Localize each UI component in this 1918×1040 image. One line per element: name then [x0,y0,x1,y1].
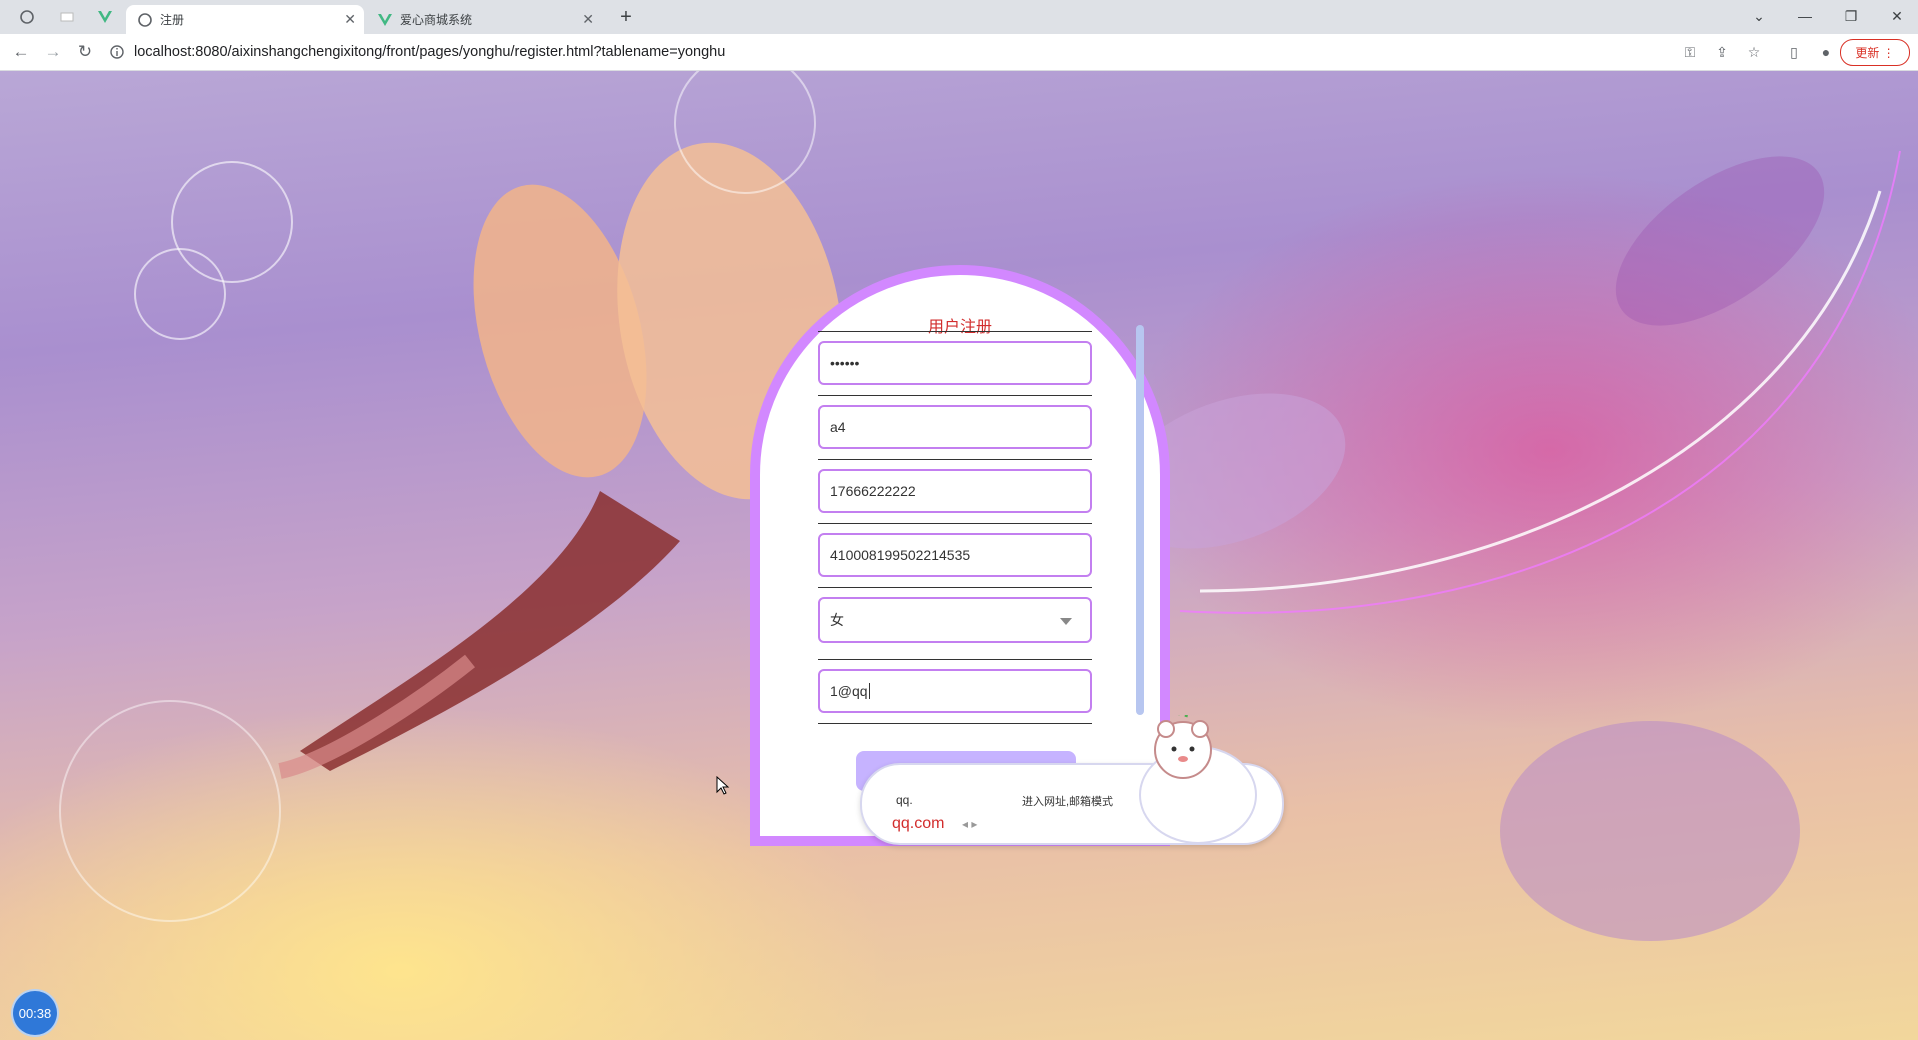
sidebar-icon[interactable]: ▯ [1785,43,1803,61]
back-button[interactable]: ← [10,41,32,63]
page-background: 用户注册 •••••• a4 17666222222 4100081995022… [0,71,1918,1040]
new-tab-button[interactable]: + [617,6,635,28]
info-icon[interactable] [110,45,124,59]
divider [818,523,1092,524]
close-tab-icon[interactable]: ✕ [344,11,356,28]
divider [818,459,1092,460]
update-button[interactable]: 更新 ⋮ [1840,39,1910,66]
divider [818,395,1092,396]
chevron-down-icon [1060,618,1072,625]
forward-button[interactable]: → [42,41,64,63]
restore-button[interactable]: ❐ [1841,6,1861,26]
mouse-cursor-icon [716,776,730,795]
password-field[interactable]: •••••• [818,341,1092,385]
email-value: 1@qq [830,683,868,699]
star-icon[interactable]: ☆ [1745,43,1763,61]
share-icon[interactable]: ⇪ [1713,43,1731,61]
tab-title: 注册 [160,13,185,27]
gender-select[interactable]: 女 [818,597,1092,643]
recording-timer[interactable]: 00:38 [11,989,59,1037]
divider [818,723,1092,724]
address-bar[interactable]: localhost:8080/aixinshangchengixitong/fr… [110,38,1690,66]
tab-title: 爱心商城系统 [400,13,473,27]
scrollbar[interactable] [1136,325,1144,715]
globe-icon [138,12,152,27]
tab-bar: 注册 ✕ 爱心商城系统 ✕ + ⌄ — ❐ ✕ [0,0,1918,34]
ime-page-arrows-icon[interactable]: ◂ ▸ [962,817,977,831]
divider [818,331,1092,332]
phone-field[interactable]: 17666222222 [818,469,1092,513]
update-label: 更新 [1855,46,1880,60]
reload-button[interactable]: ↻ [74,41,96,63]
divider [818,587,1092,588]
minimize-button[interactable]: — [1795,6,1815,26]
mascot-bear-icon [1139,715,1257,844]
vue-icon [378,13,392,26]
ime-candidate[interactable]: qq.com [892,815,944,833]
id-number-field[interactable]: 410008199502214535 [818,533,1092,577]
ime-composition-text: qq. [896,793,913,807]
profile-icon[interactable]: ● [1817,43,1835,61]
pinned-tab-blank[interactable] [58,8,76,26]
close-window-button[interactable]: ✕ [1887,6,1907,26]
ime-candidate-window: qq. 进入网址,邮箱模式 qq.com ◂ ▸ [860,715,1295,845]
pinned-tab-vue[interactable] [96,8,114,26]
name-field[interactable]: a4 [818,405,1092,449]
browser-toolbar: ← → ↻ localhost:8080/aixinshangchengixit… [0,34,1918,71]
gender-value: 女 [830,612,844,628]
pinned-tab-globe[interactable] [18,8,36,26]
tab-register[interactable]: 注册 ✕ [126,5,364,34]
email-field[interactable]: 1@qq [818,669,1092,713]
page-title: 用户注册 [927,319,992,336]
url-text: localhost:8080/aixinshangchengixitong/fr… [134,44,726,60]
globe-icon [20,10,34,24]
ime-hint: 进入网址,邮箱模式 [1022,796,1114,808]
close-tab-icon[interactable]: ✕ [582,11,594,28]
page-icon [60,12,74,22]
tab-mall[interactable]: 爱心商城系统 ✕ [366,5,602,34]
tab-search-icon[interactable]: ⌄ [1749,6,1769,26]
text-caret [868,683,870,699]
key-icon[interactable]: ⚿ [1681,43,1699,61]
vue-icon [98,11,112,23]
divider [818,659,1092,660]
